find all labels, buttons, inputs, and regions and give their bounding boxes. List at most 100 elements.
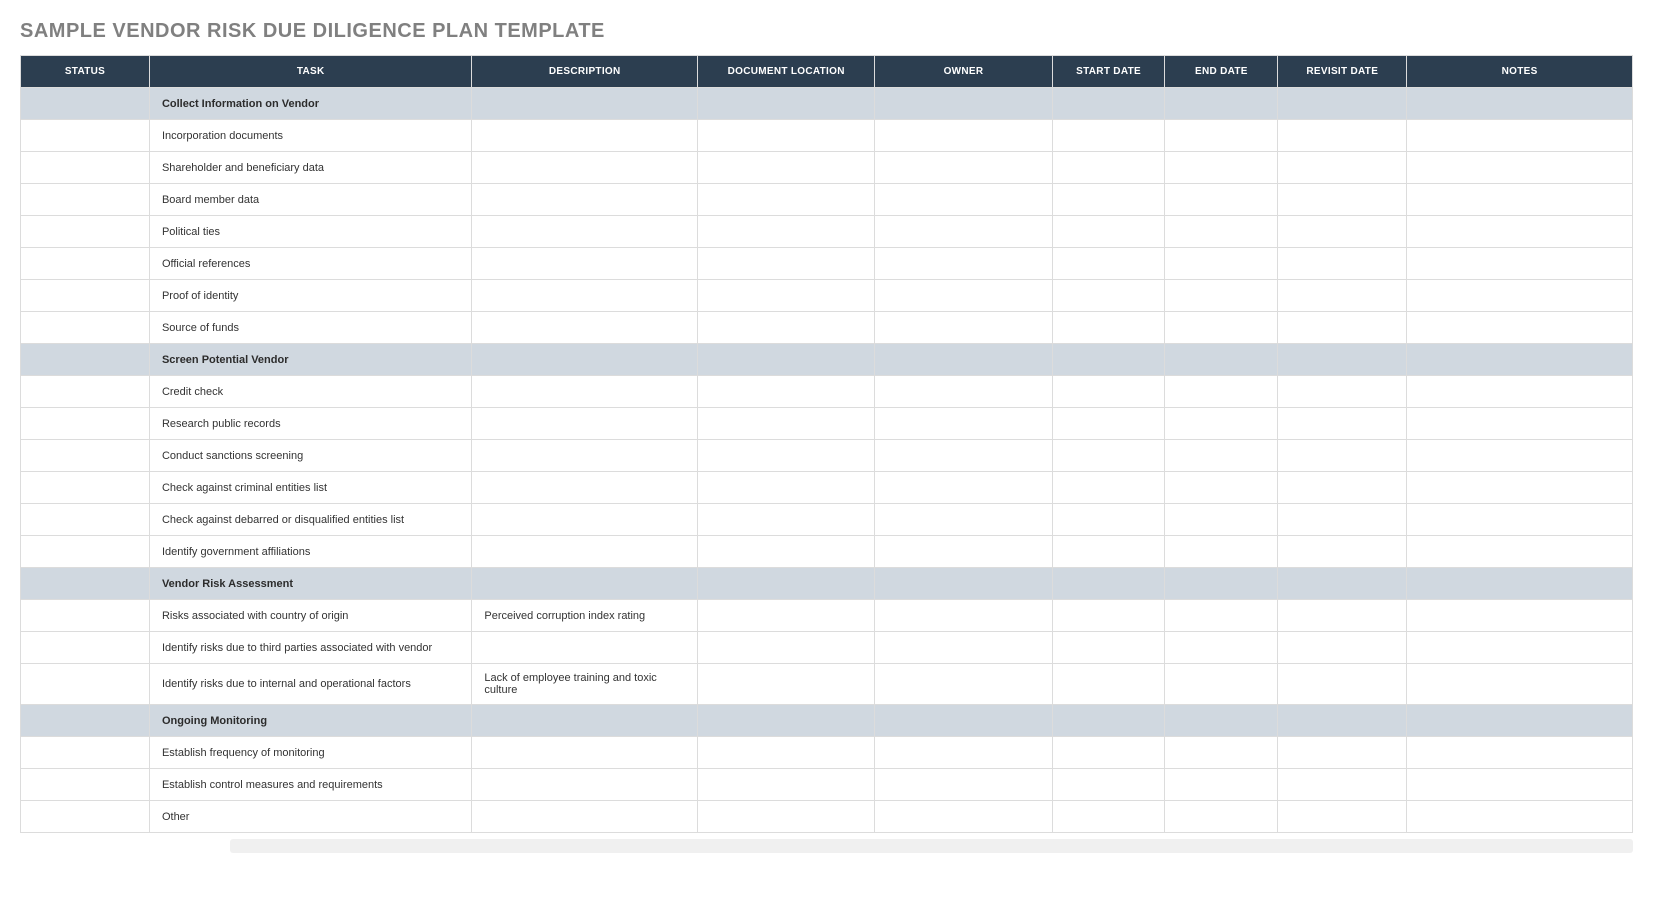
cell-start_date[interactable] xyxy=(1052,536,1165,568)
horizontal-scrollbar-thumb[interactable] xyxy=(230,839,1633,853)
cell-description[interactable] xyxy=(472,705,698,737)
cell-status[interactable] xyxy=(21,801,150,833)
cell-description[interactable] xyxy=(472,120,698,152)
cell-status[interactable] xyxy=(21,705,150,737)
cell-status[interactable] xyxy=(21,600,150,632)
cell-doc_location[interactable] xyxy=(698,216,875,248)
cell-notes[interactable] xyxy=(1407,600,1633,632)
cell-task[interactable]: Identify risks due to internal and opera… xyxy=(149,664,471,705)
cell-description[interactable]: Perceived corruption index rating xyxy=(472,600,698,632)
cell-status[interactable] xyxy=(21,737,150,769)
cell-notes[interactable] xyxy=(1407,312,1633,344)
cell-task[interactable]: Check against debarred or disqualified e… xyxy=(149,504,471,536)
cell-end_date[interactable] xyxy=(1165,408,1278,440)
cell-status[interactable] xyxy=(21,440,150,472)
cell-task[interactable]: Establish control measures and requireme… xyxy=(149,769,471,801)
cell-notes[interactable] xyxy=(1407,664,1633,705)
cell-revisit_date[interactable] xyxy=(1278,472,1407,504)
horizontal-scrollbar-track[interactable] xyxy=(20,839,1633,853)
cell-start_date[interactable] xyxy=(1052,632,1165,664)
cell-status[interactable] xyxy=(21,280,150,312)
cell-owner[interactable] xyxy=(875,408,1052,440)
cell-owner[interactable] xyxy=(875,769,1052,801)
cell-revisit_date[interactable] xyxy=(1278,184,1407,216)
cell-owner[interactable] xyxy=(875,280,1052,312)
cell-end_date[interactable] xyxy=(1165,248,1278,280)
cell-description[interactable] xyxy=(472,408,698,440)
cell-end_date[interactable] xyxy=(1165,440,1278,472)
cell-status[interactable] xyxy=(21,344,150,376)
cell-description[interactable] xyxy=(472,216,698,248)
cell-end_date[interactable] xyxy=(1165,376,1278,408)
cell-revisit_date[interactable] xyxy=(1278,280,1407,312)
cell-notes[interactable] xyxy=(1407,705,1633,737)
cell-revisit_date[interactable] xyxy=(1278,737,1407,769)
cell-revisit_date[interactable] xyxy=(1278,705,1407,737)
cell-notes[interactable] xyxy=(1407,536,1633,568)
cell-notes[interactable] xyxy=(1407,769,1633,801)
cell-description[interactable] xyxy=(472,536,698,568)
cell-notes[interactable] xyxy=(1407,280,1633,312)
cell-description[interactable] xyxy=(472,504,698,536)
cell-start_date[interactable] xyxy=(1052,312,1165,344)
cell-owner[interactable] xyxy=(875,632,1052,664)
cell-notes[interactable] xyxy=(1407,440,1633,472)
cell-end_date[interactable] xyxy=(1165,705,1278,737)
cell-revisit_date[interactable] xyxy=(1278,632,1407,664)
cell-end_date[interactable] xyxy=(1165,737,1278,769)
cell-status[interactable] xyxy=(21,312,150,344)
cell-start_date[interactable] xyxy=(1052,408,1165,440)
cell-start_date[interactable] xyxy=(1052,664,1165,705)
cell-end_date[interactable] xyxy=(1165,568,1278,600)
cell-start_date[interactable] xyxy=(1052,705,1165,737)
cell-task[interactable]: Political ties xyxy=(149,216,471,248)
cell-revisit_date[interactable] xyxy=(1278,120,1407,152)
cell-task[interactable]: Other xyxy=(149,801,471,833)
cell-description[interactable] xyxy=(472,737,698,769)
cell-owner[interactable] xyxy=(875,88,1052,120)
cell-revisit_date[interactable] xyxy=(1278,408,1407,440)
cell-owner[interactable] xyxy=(875,184,1052,216)
cell-notes[interactable] xyxy=(1407,120,1633,152)
cell-doc_location[interactable] xyxy=(698,632,875,664)
cell-task[interactable]: Incorporation documents xyxy=(149,120,471,152)
cell-description[interactable] xyxy=(472,248,698,280)
cell-revisit_date[interactable] xyxy=(1278,504,1407,536)
cell-description[interactable] xyxy=(472,184,698,216)
cell-description[interactable] xyxy=(472,280,698,312)
cell-doc_location[interactable] xyxy=(698,120,875,152)
cell-owner[interactable] xyxy=(875,664,1052,705)
cell-description[interactable] xyxy=(472,88,698,120)
cell-owner[interactable] xyxy=(875,536,1052,568)
cell-description[interactable] xyxy=(472,472,698,504)
cell-status[interactable] xyxy=(21,376,150,408)
cell-end_date[interactable] xyxy=(1165,769,1278,801)
cell-start_date[interactable] xyxy=(1052,769,1165,801)
cell-doc_location[interactable] xyxy=(698,152,875,184)
cell-doc_location[interactable] xyxy=(698,737,875,769)
cell-task[interactable]: Risks associated with country of origin xyxy=(149,600,471,632)
cell-notes[interactable] xyxy=(1407,408,1633,440)
cell-status[interactable] xyxy=(21,152,150,184)
cell-task[interactable]: Ongoing Monitoring xyxy=(149,705,471,737)
cell-owner[interactable] xyxy=(875,216,1052,248)
cell-doc_location[interactable] xyxy=(698,376,875,408)
cell-description[interactable] xyxy=(472,769,698,801)
cell-owner[interactable] xyxy=(875,120,1052,152)
cell-doc_location[interactable] xyxy=(698,769,875,801)
cell-start_date[interactable] xyxy=(1052,344,1165,376)
cell-revisit_date[interactable] xyxy=(1278,664,1407,705)
cell-task[interactable]: Identify government affiliations xyxy=(149,536,471,568)
cell-description[interactable] xyxy=(472,801,698,833)
cell-task[interactable]: Identify risks due to third parties asso… xyxy=(149,632,471,664)
cell-revisit_date[interactable] xyxy=(1278,440,1407,472)
cell-start_date[interactable] xyxy=(1052,376,1165,408)
cell-task[interactable]: Check against criminal entities list xyxy=(149,472,471,504)
cell-status[interactable] xyxy=(21,408,150,440)
cell-revisit_date[interactable] xyxy=(1278,769,1407,801)
cell-status[interactable] xyxy=(21,504,150,536)
cell-doc_location[interactable] xyxy=(698,344,875,376)
cell-revisit_date[interactable] xyxy=(1278,88,1407,120)
cell-doc_location[interactable] xyxy=(698,312,875,344)
cell-revisit_date[interactable] xyxy=(1278,312,1407,344)
